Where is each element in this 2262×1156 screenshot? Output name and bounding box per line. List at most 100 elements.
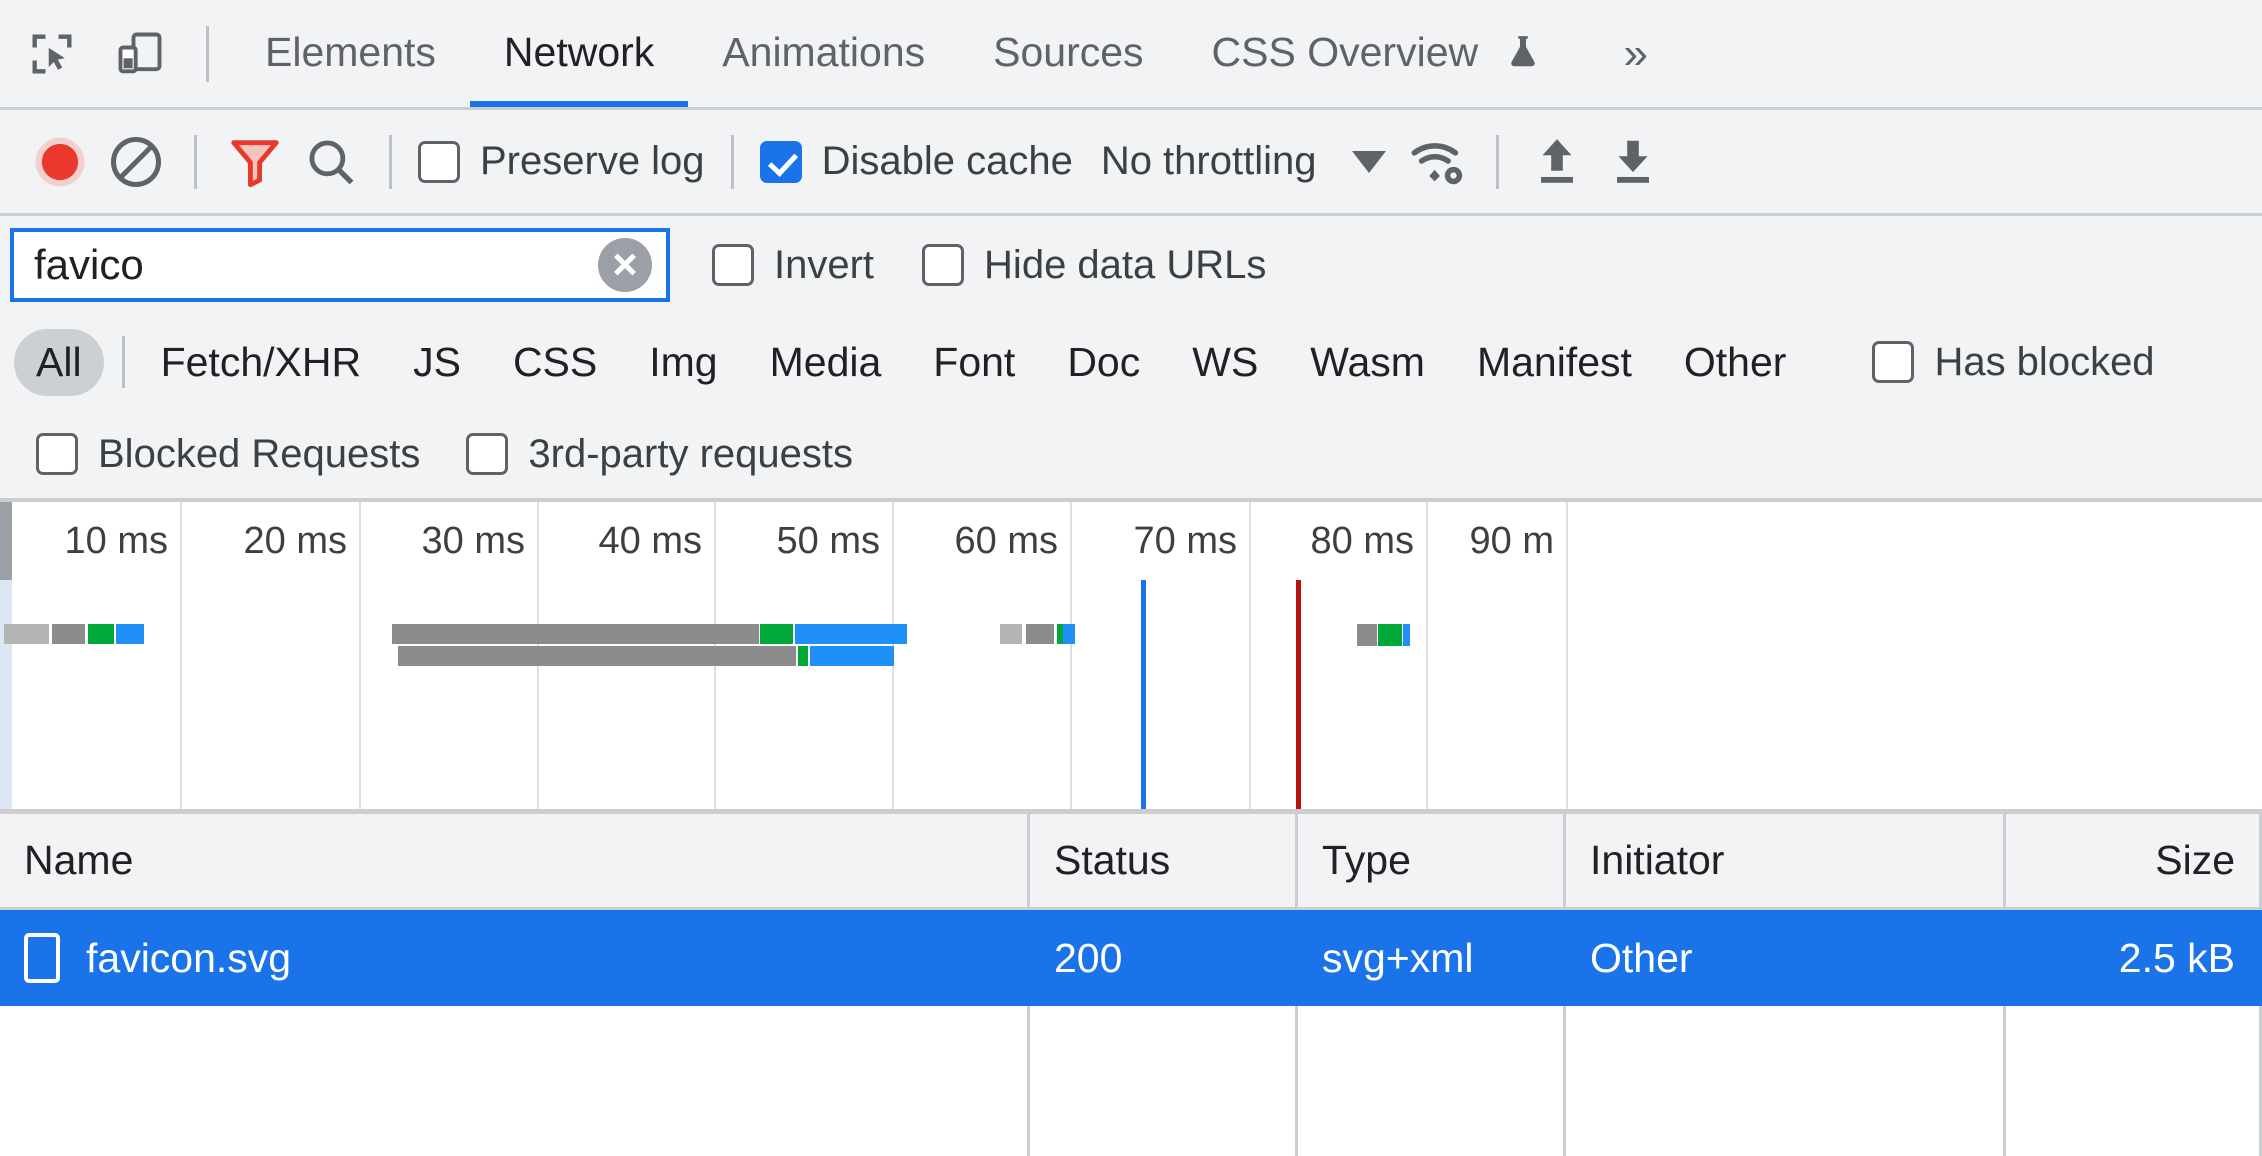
flask-icon [1504, 6, 1542, 110]
download-arrow-icon[interactable] [1595, 124, 1671, 200]
cell-type: svg+xml [1298, 910, 1566, 1006]
type-chip-doc[interactable]: Doc [1045, 329, 1162, 396]
has-blocked-checkbox[interactable]: Has blocked [1872, 340, 2155, 385]
filter-input-value: favico [34, 241, 144, 288]
filter-funnel-icon[interactable] [217, 124, 293, 200]
search-magnifier-icon[interactable] [293, 124, 369, 200]
type-chip-font[interactable]: Font [911, 329, 1037, 396]
type-chip-ws[interactable]: WS [1170, 329, 1280, 396]
chevron-down-icon[interactable] [1352, 150, 1387, 173]
blocked-requests-label: Blocked Requests [98, 431, 421, 476]
tab-network-label: Network [503, 29, 655, 75]
tab-elements[interactable]: Elements [231, 0, 470, 107]
overview-tick-label: 90 m [1469, 520, 1554, 562]
overview-gridline [180, 502, 182, 809]
waterfall-segment-stalled [392, 624, 759, 644]
table-header-row: Name Status Type Initiator Size [0, 814, 2262, 910]
device-toolbar-icon[interactable] [104, 18, 176, 90]
type-chip-media[interactable]: Media [748, 329, 904, 396]
third-party-requests-checkbox[interactable]: 3rd-party requests [466, 432, 853, 477]
type-chip-fetch-xhr[interactable]: Fetch/XHR [139, 329, 384, 396]
invert-checkbox[interactable]: Invert [712, 243, 874, 288]
file-icon [24, 933, 60, 983]
type-chip-other[interactable]: Other [1662, 329, 1809, 396]
cell-name-text: favicon.svg [86, 934, 292, 981]
waterfall-segment-queueing [1000, 624, 1022, 644]
timeline-event-domcontentloaded [1141, 580, 1146, 809]
devtools-tabbar: Elements Network Animations Sources CSS … [0, 0, 2262, 110]
tab-network[interactable]: Network [469, 0, 689, 107]
table-empty-area [0, 1006, 2262, 1156]
overview-tick-label: 30 ms [421, 520, 525, 562]
timeline-event-load [1296, 580, 1301, 809]
waterfall-segment-download [116, 624, 144, 644]
waterfall-segment-queueing [4, 624, 49, 644]
record-button-icon[interactable] [22, 124, 98, 200]
overview-left-handle[interactable] [0, 502, 12, 580]
disable-cache-checkbox[interactable]: Disable cache [759, 139, 1073, 184]
filter-input[interactable]: favico [10, 228, 670, 302]
overview-tick-label: 20 ms [243, 520, 347, 562]
invert-label: Invert [774, 242, 875, 287]
overview-gridline [1070, 502, 1072, 809]
tabbar-more-button[interactable]: » [1590, 31, 1682, 76]
type-chip-css[interactable]: CSS [491, 329, 619, 396]
tab-sources[interactable]: Sources [959, 0, 1177, 107]
overview-tick-label: 70 ms [1133, 520, 1237, 562]
tab-css-overview-label: CSS Overview [1211, 29, 1479, 75]
type-chip-wasm[interactable]: Wasm [1288, 329, 1447, 396]
tab-css-overview[interactable]: CSS Overview [1178, 0, 1576, 107]
empty-cell-type [1298, 1006, 1566, 1156]
upload-arrow-icon[interactable] [1519, 124, 1595, 200]
resource-type-filters: All Fetch/XHR JS CSS Img Media Font Doc … [0, 314, 2262, 410]
preserve-log-checkbox[interactable]: Preserve log [418, 139, 705, 184]
overview-tick-label: 40 ms [598, 520, 702, 562]
toolbar-divider-2 [389, 134, 392, 189]
invert-box [712, 244, 754, 286]
column-header-type[interactable]: Type [1298, 814, 1566, 907]
blocked-requests-checkbox[interactable]: Blocked Requests [36, 432, 420, 477]
type-chip-img[interactable]: Img [627, 329, 739, 396]
network-toolbar: Preserve log Disable cache No throttling [0, 110, 2262, 216]
empty-cell-status [1030, 1006, 1298, 1156]
type-chip-manifest[interactable]: Manifest [1455, 329, 1654, 396]
cell-size: 2.5 kB [2006, 910, 2262, 1006]
empty-cell-name [0, 1006, 1030, 1156]
waterfall-segment-stalled [52, 624, 85, 644]
third-party-requests-label: 3rd-party requests [528, 431, 853, 476]
inspect-cursor-icon[interactable] [16, 18, 88, 90]
overview-left-rail [0, 580, 12, 809]
overview-gridline [1426, 502, 1428, 809]
column-header-initiator[interactable]: Initiator [1566, 814, 2006, 907]
waterfall-segment-stalled2 [738, 646, 796, 666]
disable-cache-label: Disable cache [821, 139, 1073, 183]
clear-no-entry-icon[interactable] [98, 124, 174, 200]
type-chip-all[interactable]: All [14, 328, 104, 396]
network-request-table: Name Status Type Initiator Size favicon.… [0, 814, 2262, 1156]
waterfall-segment-queueing [1334, 624, 1356, 646]
preserve-log-box [418, 140, 460, 183]
table-row[interactable]: favicon.svg 200 svg+xml Other 2.5 kB [0, 910, 2262, 1006]
tabbar-divider [206, 25, 209, 82]
waterfall-segment-download [795, 624, 907, 644]
toolbar-divider-4 [1496, 134, 1500, 189]
column-header-name[interactable]: Name [0, 814, 1030, 907]
overview-tick-label: 80 ms [1310, 520, 1414, 562]
third-party-requests-box [466, 433, 509, 475]
overview-tick-label: 50 ms [776, 520, 880, 562]
empty-cell-initiator [1566, 1006, 2006, 1156]
waterfall-segment-stalled [1357, 624, 1377, 646]
column-header-size[interactable]: Size [2006, 814, 2262, 907]
waterfall-segment-waiting [798, 646, 808, 666]
tab-animations[interactable]: Animations [688, 0, 959, 107]
clear-x-circle-icon[interactable] [598, 238, 652, 292]
overview-tick-label: 10 ms [64, 520, 168, 562]
waterfall-segment-waiting [1378, 624, 1402, 646]
type-chip-js[interactable]: JS [391, 329, 483, 396]
column-header-status[interactable]: Status [1030, 814, 1298, 907]
throttling-selector[interactable]: No throttling [1101, 139, 1317, 184]
network-overview-timeline[interactable]: 10 ms 20 ms 30 ms 40 ms 50 ms 60 ms 70 ms 80 ms… [0, 502, 2262, 814]
wifi-gear-icon[interactable] [1400, 124, 1476, 200]
hide-data-urls-checkbox[interactable]: Hide data URLs [922, 243, 1266, 288]
filter-row: favico Invert Hide data URLs [0, 216, 2262, 314]
